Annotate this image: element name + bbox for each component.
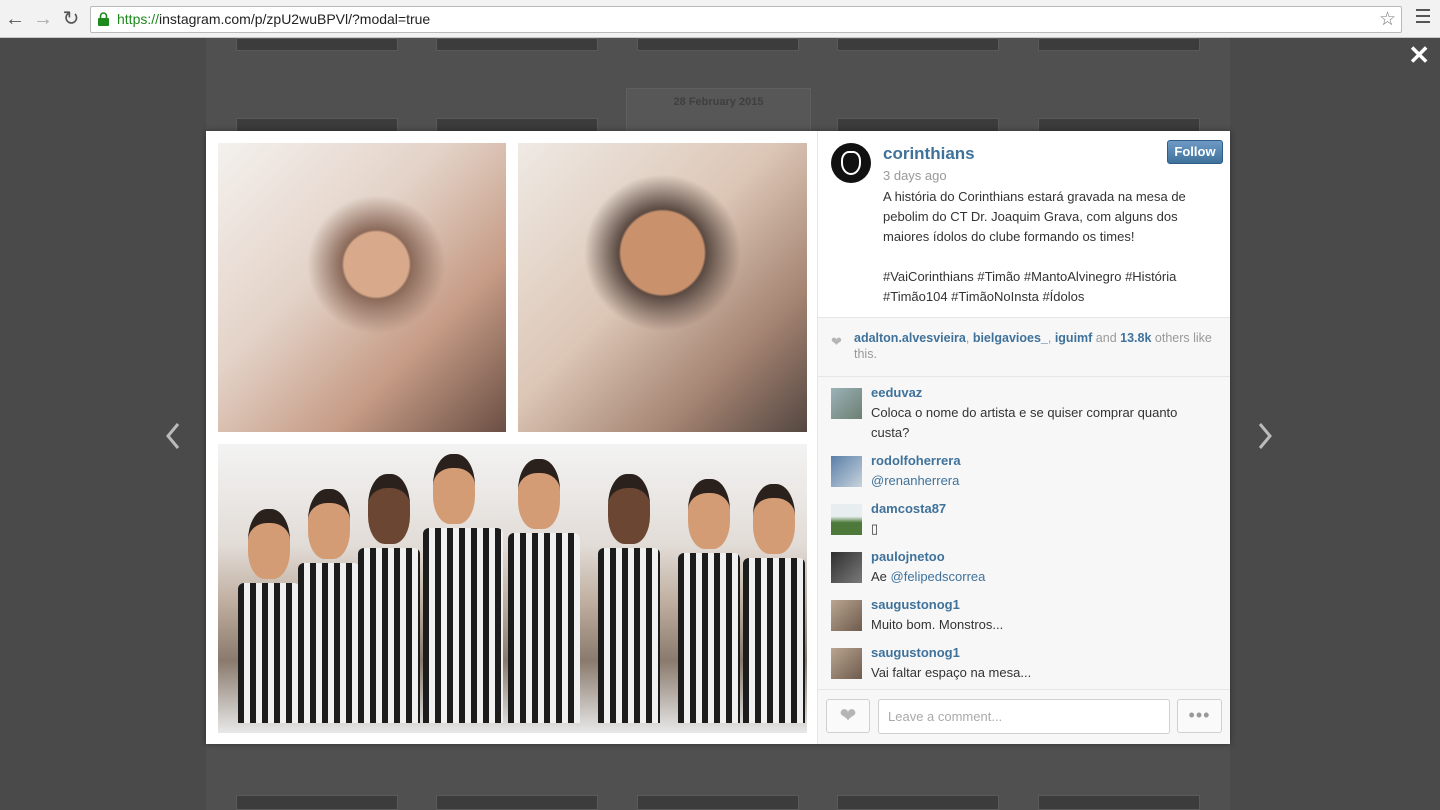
post-header: corinthians 3 days ago Follow A história…: [818, 131, 1230, 318]
comment-username[interactable]: rodolfoherrera: [871, 453, 961, 468]
forward-arrow-icon[interactable]: →: [32, 7, 54, 31]
avatar[interactable]: [831, 388, 862, 419]
comment-username[interactable]: saugustonog1: [871, 645, 960, 660]
bg-thumbnail: [837, 795, 999, 810]
comment-username[interactable]: eeduvaz: [871, 385, 922, 400]
comment-username[interactable]: paulojnetoo: [871, 549, 945, 564]
bg-thumbnail: [436, 795, 598, 810]
likes-count[interactable]: 13.8k: [1120, 331, 1151, 345]
avatar[interactable]: [831, 504, 862, 535]
liker-link[interactable]: adalton.alvesvieira: [854, 331, 966, 345]
bg-thumbnail: [236, 38, 398, 51]
bg-thumbnail: [637, 38, 799, 51]
figurine: [743, 484, 805, 723]
chevron-left-icon[interactable]: [163, 420, 183, 452]
avatar[interactable]: [831, 552, 862, 583]
figurine: [423, 454, 503, 723]
address-bar[interactable]: https://instagram.com/p/zpU2wuBPVl/?moda…: [90, 6, 1402, 33]
figurine: [238, 509, 300, 723]
photo-bearded-figurine: [518, 143, 807, 432]
post-timestamp: 3 days ago: [883, 168, 947, 183]
lock-icon: [98, 12, 109, 26]
list-item: saugustonog1 Vai faltar espaço na mesa..…: [831, 644, 1221, 684]
figurine: [598, 474, 660, 723]
list-item: damcosta87 ▯: [831, 500, 1221, 540]
bg-thumbnail: [637, 795, 799, 810]
list-item: saugustonog1 Muito bom. Monstros...: [831, 596, 1221, 636]
comment-text: Ae @felipedscorrea: [871, 569, 986, 584]
heart-icon: ❤: [831, 334, 842, 349]
browser-toolbar: ← → ↻ https://instagram.com/p/zpU2wuBPVl…: [0, 0, 1440, 38]
likes-text: adalton.alvesvieira, bielgavioes_, iguim…: [854, 331, 1212, 361]
mention-link[interactable]: @felipedscorrea: [891, 569, 986, 584]
comment-input[interactable]: [878, 699, 1170, 734]
close-icon[interactable]: ✕: [1408, 42, 1430, 68]
list-item: rodolfoherrera @renanherrera: [831, 452, 1221, 492]
bg-thumbnail: [1038, 38, 1200, 51]
avatar[interactable]: [831, 648, 862, 679]
post-caption: A história do Corinthians estará gravada…: [883, 189, 1186, 304]
liker-link[interactable]: bielgavioes_: [973, 331, 1048, 345]
figurine: [358, 474, 420, 723]
likes-section: ❤ adalton.alvesvieira, bielgavioes_, igu…: [818, 318, 1230, 377]
list-item: paulojnetoo Ae @felipedscorrea: [831, 548, 1221, 588]
bg-thumbnail: [1038, 795, 1200, 810]
follow-button[interactable]: Follow: [1167, 140, 1223, 164]
bg-thumbnail: [236, 795, 398, 810]
comment-text: ▯: [871, 521, 879, 536]
figurine: [678, 479, 740, 723]
post-username[interactable]: corinthians: [883, 144, 975, 164]
figurine: [508, 459, 580, 723]
url-text: https://instagram.com/p/zpU2wuBPVl/?moda…: [117, 11, 431, 27]
photo-figurine-lineup: [218, 444, 807, 733]
liker-link[interactable]: iguimf: [1055, 331, 1093, 345]
comment-bar: ❤ •••: [818, 690, 1230, 744]
comment-text: Muito bom. Monstros...: [871, 617, 1004, 632]
comment-text: Coloca o nome do artista e se quiser com…: [871, 405, 1178, 440]
comment-username[interactable]: saugustonog1: [871, 597, 960, 612]
heart-icon[interactable]: ❤: [826, 699, 870, 733]
comment-username[interactable]: damcosta87: [871, 501, 946, 516]
comments-list[interactable]: eeduvaz Coloca o nome do artista e se qu…: [818, 377, 1230, 690]
star-icon[interactable]: ☆: [1379, 8, 1396, 31]
bg-thumbnail: [436, 38, 598, 51]
comment-text: @renanherrera: [871, 471, 1216, 491]
bg-thumbnail: [837, 38, 999, 51]
avatar[interactable]: [831, 600, 862, 631]
back-arrow-icon[interactable]: ←: [4, 7, 26, 31]
reload-icon[interactable]: ↻: [60, 7, 82, 31]
comment-text: Vai faltar espaço na mesa...: [871, 665, 1032, 680]
post-sidebar: corinthians 3 days ago Follow A história…: [817, 131, 1230, 744]
avatar[interactable]: [831, 456, 862, 487]
avatar[interactable]: [831, 143, 871, 183]
chevron-right-icon[interactable]: [1255, 420, 1275, 452]
post-photo-collage[interactable]: [206, 131, 817, 744]
more-options-button[interactable]: •••: [1177, 699, 1222, 733]
post-modal: corinthians 3 days ago Follow A história…: [206, 131, 1230, 744]
list-item: eeduvaz Coloca o nome do artista e se qu…: [831, 384, 1221, 444]
photo-painting-figurine: [218, 143, 506, 432]
mention-link[interactable]: @renanherrera: [871, 473, 959, 488]
hamburger-menu-icon[interactable]: [1416, 9, 1430, 29]
figurine: [298, 489, 360, 723]
